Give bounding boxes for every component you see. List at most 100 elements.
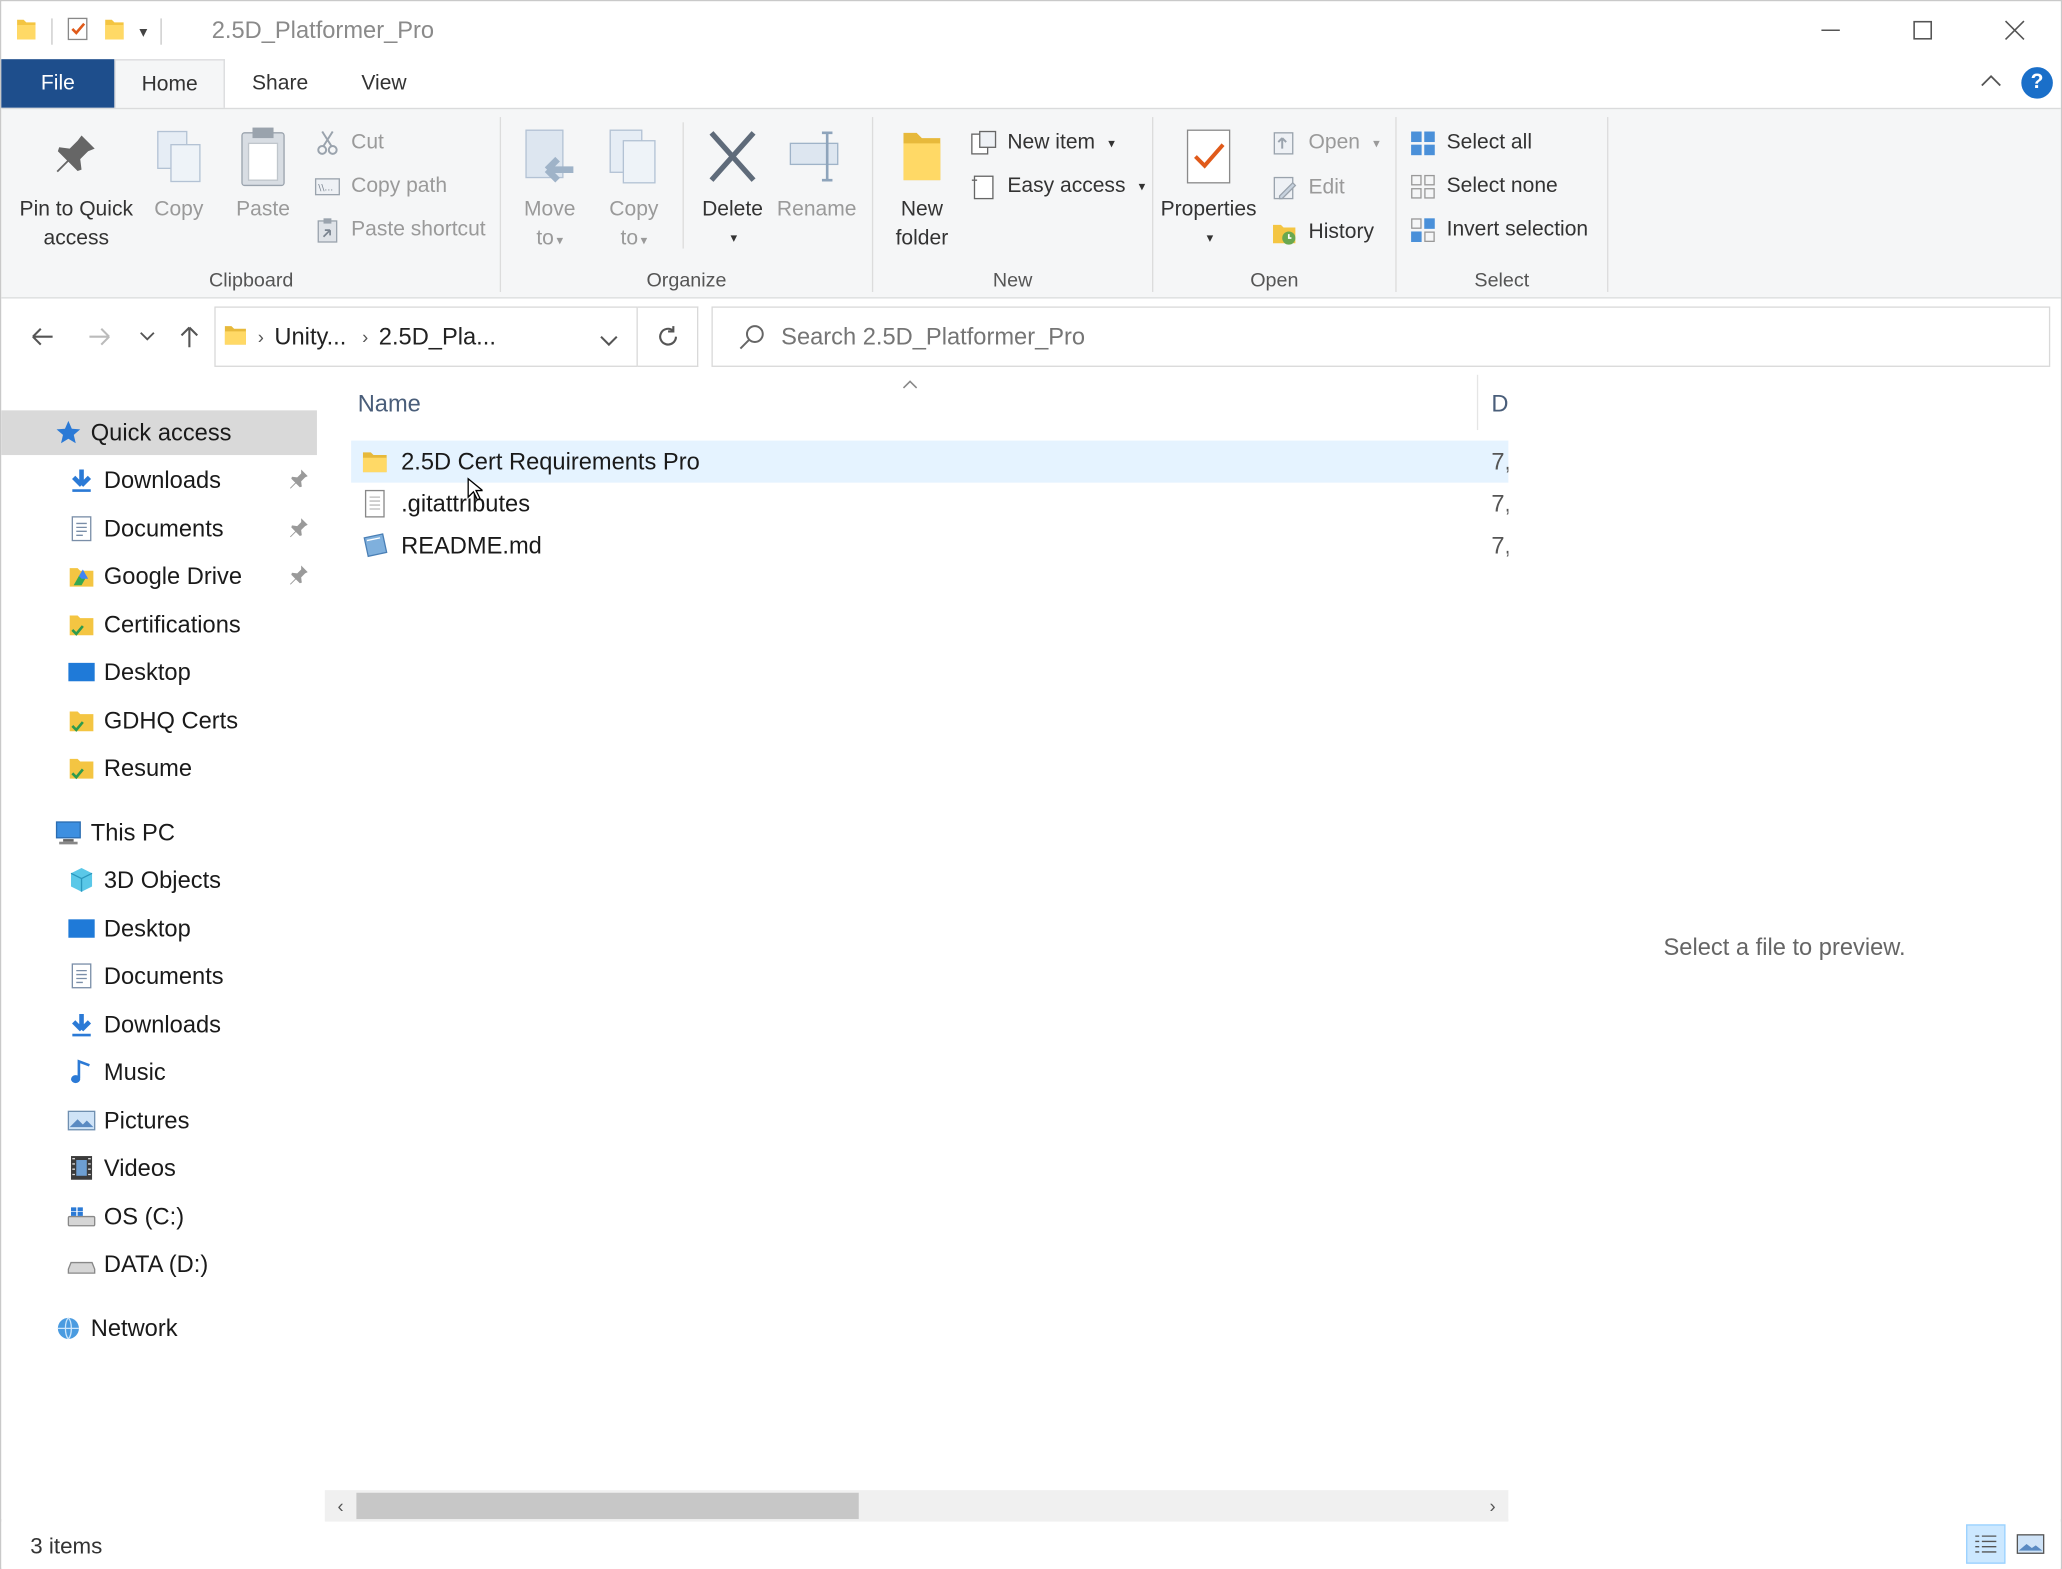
nav-network[interactable]: Network [1,1306,317,1351]
nav-pc-downloads[interactable]: Downloads [1,1002,317,1047]
recent-locations-chevron-icon[interactable] [130,317,164,356]
nav-pc-os-c[interactable]: OS (C:) [1,1194,317,1239]
column-date[interactable]: D [1491,391,1508,419]
nav-quick-documents[interactable]: Documents [1,506,317,551]
customize-qat-chevron-icon[interactable]: ▾ [139,22,147,40]
new-folder-button[interactable]: New folder [886,122,957,254]
invert-selection-icon [1410,217,1436,243]
nav-quick-google-drive[interactable]: Google Drive [1,554,317,599]
nav-pc-pictures[interactable]: Pictures [1,1098,317,1143]
properties-dropdown-chevron-icon[interactable]: ▾ [1207,225,1214,254]
nav-pc-desktop[interactable]: Desktop [1,906,317,951]
edit-pencil-icon [1272,175,1298,201]
pin-icon [47,122,105,190]
drive-icon [67,1249,96,1278]
close-icon[interactable] [1969,1,2061,59]
status-bar: 3 items [1,1521,2061,1569]
table-row[interactable]: .gitattributes 7, [351,483,1511,525]
table-row[interactable]: README.md 7, [351,525,1511,567]
move-to-button[interactable]: Move to ▾ [517,122,583,256]
nav-quick-access[interactable]: Quick access [1,410,317,456]
nav-pc-videos[interactable]: Videos [1,1146,317,1191]
nav-quick-certifications[interactable]: Certifications [1,602,317,647]
breadcrumb-item[interactable]: 2.5D_Pla... [379,323,496,351]
select-all-button[interactable]: Select all [1410,128,1532,160]
pin-to-quick-access-button[interactable]: Pin to Quick access [14,122,138,254]
organize-group: Move to ▾ Copy to ▾ Delete ▾ Rename Orga… [501,109,872,300]
maximize-icon[interactable] [1877,1,1969,59]
scroll-left-chevron-icon[interactable]: ‹ [327,1493,353,1519]
pin-icon[interactable] [288,517,309,538]
documents-icon [67,514,96,543]
new-group-label: New [992,269,1033,292]
edit-button[interactable]: Edit [1272,172,1345,204]
easy-access-button[interactable]: Easy access ▾ [971,171,1145,203]
forward-arrow-icon[interactable] [83,317,117,356]
preview-pane: Select a file to preview. [1508,374,2061,1520]
nav-this-pc[interactable]: This PC [1,810,317,855]
up-arrow-icon[interactable] [172,317,206,356]
folder-icon [224,322,248,352]
large-icons-view-icon[interactable] [2011,1524,2050,1563]
paste-shortcut-button[interactable]: Paste shortcut [314,214,486,246]
scrollbar-thumb[interactable] [356,1492,859,1520]
nav-pc-documents[interactable]: Documents [1,954,317,999]
collapse-ribbon-chevron-icon[interactable] [1979,71,2003,95]
nav-quick-downloads[interactable]: Downloads [1,458,317,503]
search-box[interactable] [711,306,2051,367]
scissors-icon [314,130,340,156]
search-input[interactable] [781,322,1965,351]
clipboard-icon [234,122,292,190]
horizontal-scrollbar[interactable]: ‹ › [324,1490,1509,1522]
new-folder-qat-icon[interactable] [103,15,127,48]
tab-home[interactable]: Home [114,59,225,110]
table-row[interactable]: 2.5D Cert Requirements Pro 7, [351,440,1511,483]
pin-icon[interactable] [288,564,309,585]
column-name[interactable]: Name [358,391,421,419]
invert-selection-button[interactable]: Invert selection [1410,214,1588,246]
properties-qat-icon[interactable] [66,15,90,48]
delete-x-icon [704,122,762,190]
nav-quick-resume[interactable]: Resume [1,746,317,791]
back-arrow-icon[interactable] [25,317,59,356]
breadcrumb-separator-icon[interactable]: › [258,326,264,347]
ribbon-tabs: File Home Share View ? [1,59,2061,110]
nav-pc-data-d[interactable]: DATA (D:) [1,1242,317,1287]
nav-pc-music[interactable]: Music [1,1050,317,1095]
scroll-right-chevron-icon[interactable]: › [1479,1493,1505,1519]
address-bar[interactable]: › Unity... › 2.5D_Pla... [214,306,638,367]
select-none-button[interactable]: Select none [1410,171,1558,203]
move-to-icon [521,122,579,190]
windows-drive-icon [67,1202,96,1231]
paste-button[interactable]: Paste [228,122,299,225]
tab-view[interactable]: View [338,59,430,108]
file-list: Name D 2.5D Cert Requirements Pro 7, .gi… [319,374,1511,1522]
breadcrumb-separator-icon[interactable]: › [362,326,368,347]
properties-button[interactable]: Properties ▾ [1161,122,1257,254]
copy-to-button[interactable]: Copy to ▾ [601,122,667,256]
nav-quick-gdhq-certs[interactable]: GDHQ Certs [1,698,317,743]
nav-pc-3d-objects[interactable]: 3D Objects [1,858,317,903]
refresh-icon[interactable] [637,306,699,367]
minimize-icon[interactable] [1785,1,1877,59]
pin-icon[interactable] [288,468,309,489]
tab-file[interactable]: File [1,59,115,108]
details-view-icon[interactable] [1966,1524,2006,1564]
copy-button[interactable]: Copy [146,122,212,225]
address-history-chevron-icon[interactable] [600,326,618,354]
open-button[interactable]: Open ▾ [1272,128,1380,160]
delete-dropdown-chevron-icon[interactable]: ▾ [731,225,738,254]
delete-button[interactable]: Delete ▾ [696,122,770,254]
new-item-button[interactable]: New item ▾ [971,128,1115,160]
nav-quick-desktop[interactable]: Desktop [1,650,317,695]
mouse-cursor-icon [467,477,485,501]
select-group: Select all Select none Invert selection … [1397,109,1607,300]
help-icon[interactable]: ? [2021,67,2053,99]
cut-button[interactable]: Cut [314,128,384,160]
rename-button[interactable]: Rename [777,122,856,225]
history-button[interactable]: History [1272,217,1374,249]
breadcrumb-item[interactable]: Unity... [274,323,346,351]
tab-share[interactable]: Share [235,59,324,108]
select-none-icon [1410,174,1436,200]
copy-path-button[interactable]: \\... Copy path [314,171,447,203]
